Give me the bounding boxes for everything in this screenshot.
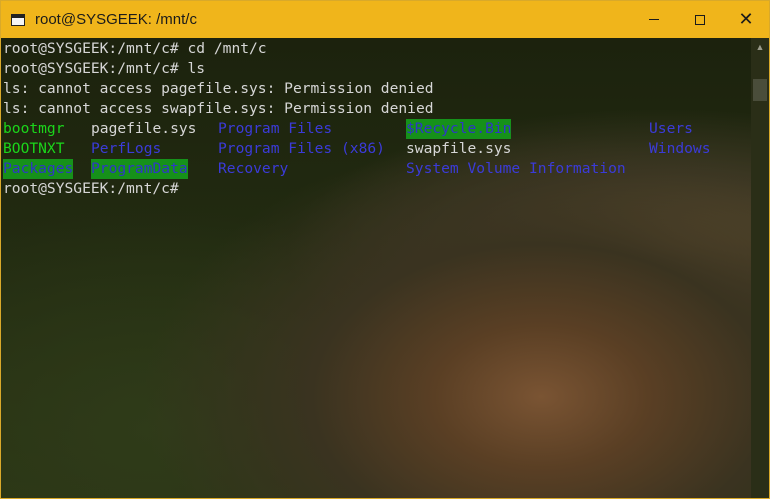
dir-entry: Windows [649, 140, 711, 157]
dir-entry: Users [649, 120, 693, 137]
dir-entry-highlight: Packages [3, 159, 74, 179]
dir-entry: System Volume Information [406, 160, 626, 177]
scroll-thumb[interactable] [753, 79, 767, 101]
dir-entry: Program Files [218, 120, 333, 137]
terminal-line: ls: cannot access pagefile.sys: Permissi… [3, 80, 434, 97]
dir-entry: PerfLogs [91, 140, 162, 157]
dir-entry-highlight: ProgramData [91, 159, 188, 179]
file-entry: swapfile.sys [406, 140, 512, 157]
window-title: root@SYSGEEK: /mnt/c [35, 11, 197, 28]
vertical-scrollbar[interactable]: ▲ [751, 38, 769, 498]
dir-entry: Program Files (x86) [218, 140, 385, 157]
terminal-line: ls: cannot access swapfile.sys: Permissi… [3, 100, 434, 117]
scroll-up-icon[interactable]: ▲ [751, 38, 769, 56]
file-entry-exe: bootmgr [3, 120, 65, 137]
file-entry-exe: BOOTNXT [3, 140, 65, 157]
file-entry: pagefile.sys [91, 120, 197, 137]
terminal-prompt: root@SYSGEEK:/mnt/c# [3, 180, 179, 197]
dir-entry-highlight: $Recycle.Bin [406, 119, 512, 139]
dir-entry: Recovery [218, 160, 289, 177]
maximize-icon [695, 14, 705, 25]
title-bar[interactable]: root@SYSGEEK: /mnt/c ✕ [1, 1, 769, 38]
minimize-icon [649, 19, 659, 20]
maximize-button[interactable] [677, 1, 723, 38]
close-button[interactable]: ✕ [723, 1, 769, 38]
minimize-button[interactable] [631, 1, 677, 38]
terminal-line: root@SYSGEEK:/mnt/c# ls [3, 60, 206, 77]
terminal-window: root@SYSGEEK: /mnt/c ✕ root@SYSGEEK:/mnt… [0, 0, 770, 499]
close-icon: ✕ [738, 9, 754, 29]
terminal-output[interactable]: root@SYSGEEK:/mnt/c# cd /mnt/c root@SYSG… [1, 38, 751, 498]
terminal-line: root@SYSGEEK:/mnt/c# cd /mnt/c [3, 40, 267, 57]
terminal-icon [11, 13, 25, 26]
